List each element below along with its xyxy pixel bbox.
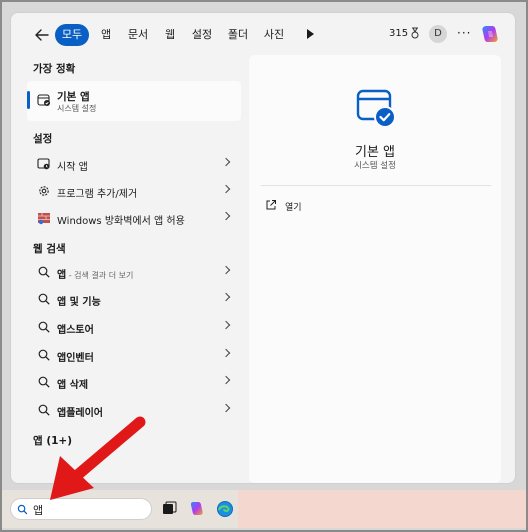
search-icon — [17, 504, 28, 515]
task-view-icon[interactable] — [160, 500, 178, 518]
open-external-icon[interactable] — [265, 199, 277, 211]
web-search-item[interactable]: 앱 삭제 — [27, 369, 241, 395]
avatar[interactable]: D — [429, 25, 447, 43]
taskbar-background-region — [238, 490, 526, 528]
tab-web[interactable]: 웹 — [159, 24, 181, 46]
more-filters-play-icon[interactable] — [307, 29, 314, 39]
tab-apps[interactable]: 앱 — [95, 24, 117, 46]
tab-photos[interactable]: 사진 — [259, 24, 289, 46]
tab-folders[interactable]: 폴더 — [223, 24, 253, 46]
rewards-points: 315 — [389, 28, 409, 39]
chevron-right-icon — [221, 184, 231, 194]
web-search-label: 앱스토어 — [57, 321, 94, 336]
web-search-suffix: - 검색 결과 더 보기 — [66, 271, 134, 280]
web-search-label: 앱 삭제 — [57, 376, 88, 391]
preview-pane: 기본 앱 시스템 설정 열기 — [249, 55, 501, 483]
search-icon — [38, 404, 50, 416]
best-match-subtitle: 시스템 설정 — [57, 104, 97, 113]
search-icon — [38, 376, 50, 388]
web-search-query: 앱 삭제 — [57, 380, 89, 391]
search-icon — [38, 321, 50, 333]
tab-all[interactable]: 모두 — [55, 24, 89, 46]
web-search-item[interactable]: 앱인벤터 — [27, 342, 241, 368]
chevron-right-icon — [221, 348, 231, 358]
search-icon — [38, 266, 50, 278]
preview-divider — [261, 185, 491, 186]
web-search-heading: 웹 검색 — [33, 243, 66, 255]
firewall-icon — [38, 213, 50, 225]
preview-title: 기본 앱 — [354, 145, 395, 160]
copilot-icon[interactable] — [479, 23, 501, 45]
startup-apps-icon — [37, 158, 50, 170]
filter-bar: 모두 앱 문서 웹 설정 폴더 사진 315 D ··· — [11, 13, 515, 57]
web-search-label: 앱인벤터 — [57, 349, 94, 364]
copilot-taskbar-icon[interactable] — [188, 500, 206, 518]
edge-browser-icon[interactable] — [216, 500, 234, 518]
settings-item-startup-apps[interactable]: 시작 앱 — [27, 151, 241, 177]
settings-item-label: 시작 앱 — [57, 162, 88, 173]
search-icon — [38, 349, 50, 361]
settings-item-add-remove-programs[interactable]: 프로그램 추가/제거 — [27, 178, 241, 204]
settings-heading: 설정 — [33, 133, 53, 145]
chevron-right-icon — [221, 375, 231, 385]
search-panel: 모두 앱 문서 웹 설정 폴더 사진 315 D ··· 가장 정확 기본 앱 … — [10, 12, 516, 484]
tab-documents[interactable]: 문서 — [123, 24, 153, 46]
selection-indicator — [27, 91, 30, 109]
web-search-query: 앱 및 기능 — [57, 297, 101, 308]
preview-subtitle: 시스템 설정 — [354, 161, 396, 171]
open-action[interactable]: 열기 — [285, 200, 302, 213]
web-search-query: 앱인벤터 — [57, 353, 94, 364]
web-search-query: 앱스토어 — [57, 325, 94, 336]
chevron-right-icon — [221, 403, 231, 413]
web-search-item[interactable]: 앱 - 검색 결과 더 보기 — [27, 259, 241, 285]
chevron-right-icon — [221, 292, 231, 302]
web-search-item[interactable]: 앱스토어 — [27, 314, 241, 340]
chevron-right-icon — [221, 157, 231, 167]
settings-item-label: Windows 방화벽에서 앱 허용 — [57, 216, 185, 227]
chevron-right-icon — [221, 320, 231, 330]
settings-item-firewall-allow-app[interactable]: Windows 방화벽에서 앱 허용 — [27, 205, 241, 231]
chevron-right-icon — [221, 211, 231, 221]
more-options-icon[interactable]: ··· — [457, 26, 471, 40]
gear-icon — [39, 186, 49, 196]
rewards-medal-icon[interactable] — [409, 27, 421, 39]
best-match-heading: 가장 정확 — [33, 63, 76, 75]
web-search-label: 앱 및 기능 — [57, 293, 101, 308]
search-icon — [38, 293, 50, 305]
web-search-item[interactable]: 앱 및 기능 — [27, 286, 241, 312]
web-search-query: 앱 — [57, 270, 67, 281]
back-arrow-icon[interactable] — [33, 26, 51, 44]
best-match-default-apps[interactable]: 기본 앱 시스템 설정 — [27, 81, 241, 121]
tab-settings[interactable]: 설정 — [187, 24, 217, 46]
annotation-arrow — [50, 416, 146, 500]
default-apps-icon — [37, 94, 50, 106]
chevron-right-icon — [221, 265, 231, 275]
settings-item-label: 프로그램 추가/제거 — [57, 189, 138, 200]
default-apps-large-icon — [356, 89, 396, 128]
best-match-title: 기본 앱 — [57, 91, 90, 103]
web-search-label: 앱 - 검색 결과 더 보기 — [57, 266, 133, 281]
